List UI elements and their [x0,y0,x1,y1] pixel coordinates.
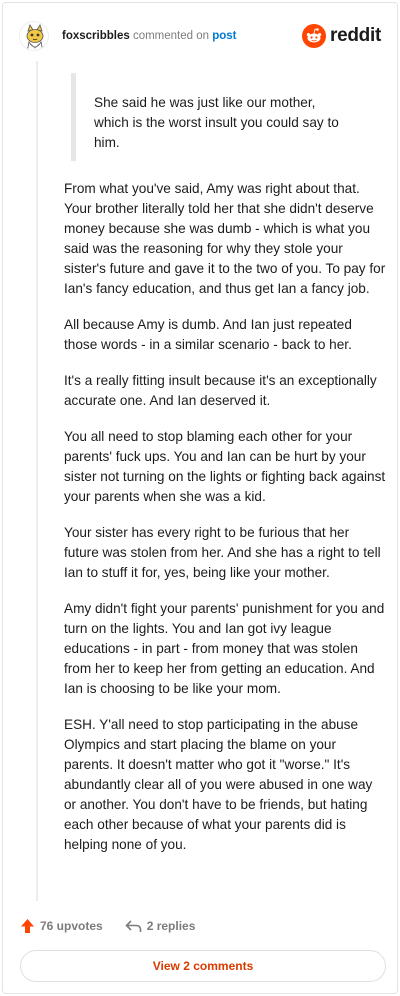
upvote-button[interactable]: 76 upvotes [20,918,103,934]
comment-body: From what you've said, Amy was right abo… [64,179,386,871]
brand-wordmark: reddit [330,25,381,46]
username-link[interactable]: foxscribbles [62,30,130,42]
comment-paragraph: From what you've said, Amy was right abo… [64,181,386,296]
comment-paragraph: Amy didn't fight your parents' punishmen… [64,601,385,696]
reddit-logo[interactable]: reddit [302,24,381,48]
post-link[interactable]: post [212,30,236,42]
comment-paragraph: ESH. Y'all need to stop participating in… [64,717,373,852]
quote-text: She said he was just like our mother, wh… [94,95,339,150]
action-text: commented on [129,30,213,42]
comment-paragraph: It's a really fitting insult because it'… [64,373,377,408]
upvote-arrow-icon [21,919,34,933]
comment-header: foxscribbles commented on post reddit [19,19,381,53]
comment-meta: foxscribbles commented on post [62,30,237,42]
reply-arrow-icon [125,920,142,932]
comment-paragraph: You all need to stop blaming each other … [64,429,386,504]
comment-actions: 76 upvotes 2 replies [20,916,195,936]
blockquote: She said he was just like our mother, wh… [71,73,371,161]
replies-count: 2 replies [146,919,196,933]
comment-paragraph: All because Amy is dumb. And Ian just re… [64,317,352,352]
thread-line[interactable] [36,61,38,901]
reddit-snoo-icon [302,24,327,48]
comment-paragraph: Your sister has every right to be furiou… [64,525,381,580]
replies-button[interactable]: 2 replies [125,919,196,933]
upvote-count: 76 upvotes [40,919,103,933]
comment-card: foxscribbles commented on post reddit Sh… [2,2,398,994]
cat-avatar-icon[interactable] [19,21,49,51]
view-comments-button[interactable]: View 2 comments [20,950,386,982]
